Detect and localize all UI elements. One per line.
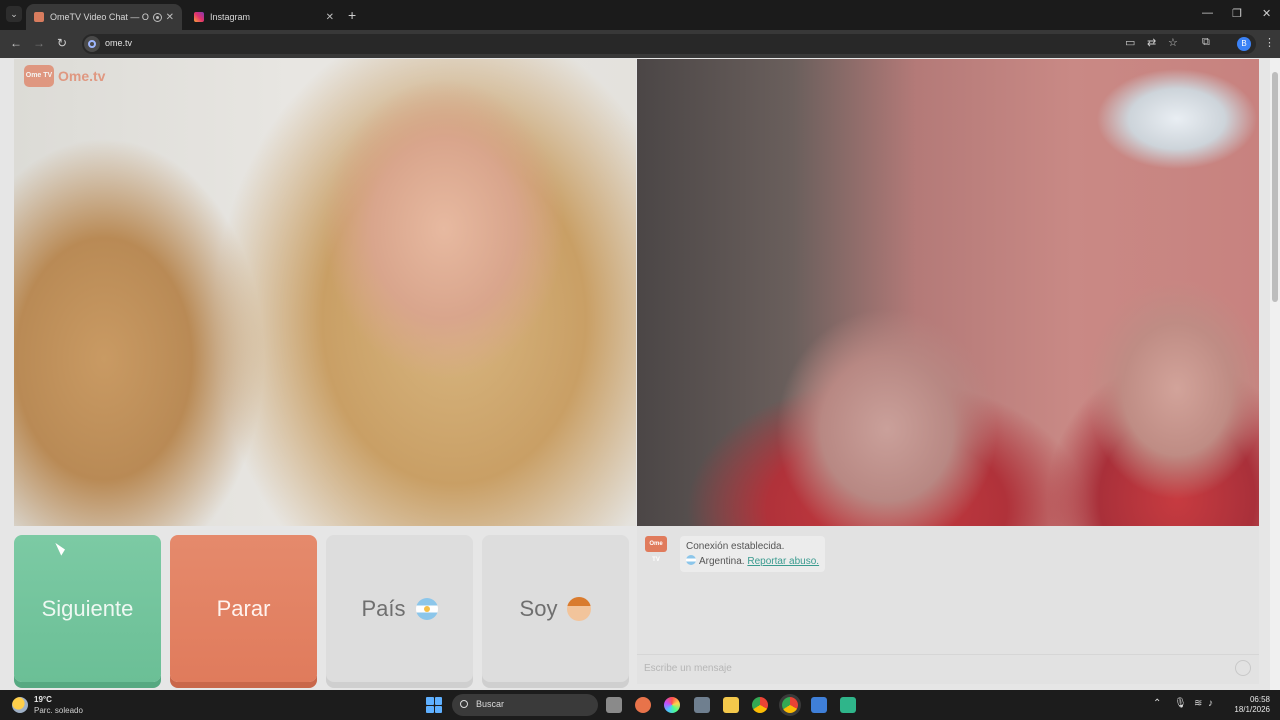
app-icon[interactable] — [635, 697, 651, 713]
wifi-icon[interactable]: ≋ — [1194, 698, 1202, 709]
gender-button[interactable]: Soy — [482, 535, 629, 682]
chevron-up-icon[interactable]: ⌃ — [1153, 698, 1161, 709]
weather-condition: Parc. soleado — [34, 706, 83, 715]
temperature: 19°C — [34, 695, 52, 704]
logo-text: Ome.tv — [58, 68, 106, 84]
extensions-icon[interactable]: ⧉ — [1202, 36, 1210, 49]
ometv-logo: Ome TV Ome.tv — [24, 65, 105, 87]
site-info-icon[interactable] — [84, 36, 100, 52]
chat-panel: Ome TV Conexión establecida. Argentina. … — [637, 526, 1259, 684]
emoji-icon[interactable] — [1235, 660, 1251, 676]
address-bar[interactable]: ome.tv — [82, 34, 1256, 54]
reload-icon[interactable]: ↻ — [57, 36, 67, 50]
instagram-favicon-icon — [194, 12, 204, 22]
message-input[interactable]: Escribe un mensaje — [637, 654, 1259, 684]
microphone-icon[interactable]: 🎙 — [1174, 698, 1187, 709]
star-icon[interactable]: ☆ — [1168, 36, 1178, 49]
country-line: Argentina. Reportar abuso. — [686, 554, 819, 569]
country-name: Argentina. — [699, 556, 745, 567]
record-icon — [152, 12, 162, 22]
browser-toolbar: ← → ↻ ome.tv ▭ ⇄ ☆ ⧉ B ⋮ — [0, 30, 1280, 58]
minimize-icon[interactable]: — — [1202, 7, 1213, 19]
windows-start-icon[interactable] — [426, 697, 442, 713]
profile-avatar[interactable]: B — [1237, 37, 1251, 51]
cast-icon[interactable]: ▭ — [1125, 36, 1135, 49]
menu-icon[interactable]: ⋮ — [1264, 36, 1275, 49]
taskbar: 19°C Parc. soleado Buscar ⌃ 🎙 ≋ ♪ 06:58 … — [0, 690, 1280, 720]
translate-icon[interactable]: ⇄ — [1147, 36, 1156, 49]
date: 18/1/2026 — [1234, 705, 1270, 714]
chrome-icon[interactable] — [752, 697, 768, 713]
remote-video: Ome TV Ome.tv — [14, 59, 636, 526]
new-tab-button[interactable]: + — [348, 7, 356, 23]
tab-strip: ⌄ OmeTV Video Chat — Omegle ✕ Instagram … — [0, 0, 1280, 30]
app-icon[interactable] — [840, 697, 856, 713]
boy-emoji-icon — [567, 596, 592, 621]
forward-icon[interactable]: → — [33, 36, 45, 50]
file-explorer-icon[interactable] — [723, 697, 739, 713]
tab-title: OmeTV Video Chat — Omegle — [50, 12, 149, 22]
next-button[interactable]: Siguiente — [14, 535, 161, 682]
clock[interactable]: 06:58 18/1/2026 — [1224, 695, 1270, 715]
tab-ometv[interactable]: OmeTV Video Chat — Omegle ✕ — [26, 4, 182, 30]
stop-button[interactable]: Parar — [170, 535, 317, 682]
local-video — [637, 59, 1259, 526]
chat-message: Conexión establecida. Argentina. Reporta… — [680, 536, 826, 572]
page: Ome TV Ome.tv Siguiente Parar País Soy O… — [0, 58, 1280, 690]
close-icon[interactable]: ✕ — [326, 12, 334, 23]
argentina-flag-icon — [686, 555, 696, 565]
scrollbar-thumb[interactable] — [1272, 72, 1278, 302]
close-window-icon[interactable]: ✕ — [1262, 7, 1271, 20]
connection-status: Conexión establecida. — [686, 541, 785, 552]
task-view-icon[interactable] — [606, 697, 622, 713]
tab-title: Instagram — [210, 12, 251, 22]
page-scrollbar[interactable] — [1270, 58, 1280, 690]
stop-label: Parar — [216, 595, 271, 621]
chat-tv-logo-icon: Ome TV — [645, 536, 667, 563]
ometv-favicon-icon — [34, 12, 44, 22]
weather-icon[interactable] — [12, 697, 28, 713]
time: 06:58 — [1249, 695, 1270, 704]
tab-search-button[interactable]: ⌄ — [6, 6, 22, 22]
country-button[interactable]: País — [326, 535, 473, 682]
country-label: País — [361, 595, 406, 621]
next-label: Siguiente — [41, 595, 134, 621]
store-icon[interactable] — [694, 697, 710, 713]
gender-label: Soy — [519, 595, 558, 621]
argentina-flag-icon — [415, 597, 438, 620]
tab-instagram[interactable]: Instagram ✕ — [186, 4, 342, 30]
report-abuse-link[interactable]: Reportar abuso. — [747, 556, 819, 567]
search-placeholder: Buscar — [476, 699, 505, 709]
app-icon[interactable] — [664, 697, 680, 713]
close-icon[interactable]: ✕ — [166, 12, 174, 23]
chrome-active-icon[interactable] — [782, 697, 798, 713]
taskbar-search[interactable]: Buscar — [452, 694, 598, 716]
tv-logo-icon: Ome TV — [24, 65, 54, 87]
url-text: ome.tv — [105, 38, 133, 48]
search-icon — [460, 700, 468, 708]
volume-icon[interactable]: ♪ — [1208, 698, 1213, 709]
restore-icon[interactable]: ❐ — [1232, 7, 1242, 20]
back-icon[interactable]: ← — [10, 36, 22, 50]
app-icon[interactable] — [811, 697, 827, 713]
